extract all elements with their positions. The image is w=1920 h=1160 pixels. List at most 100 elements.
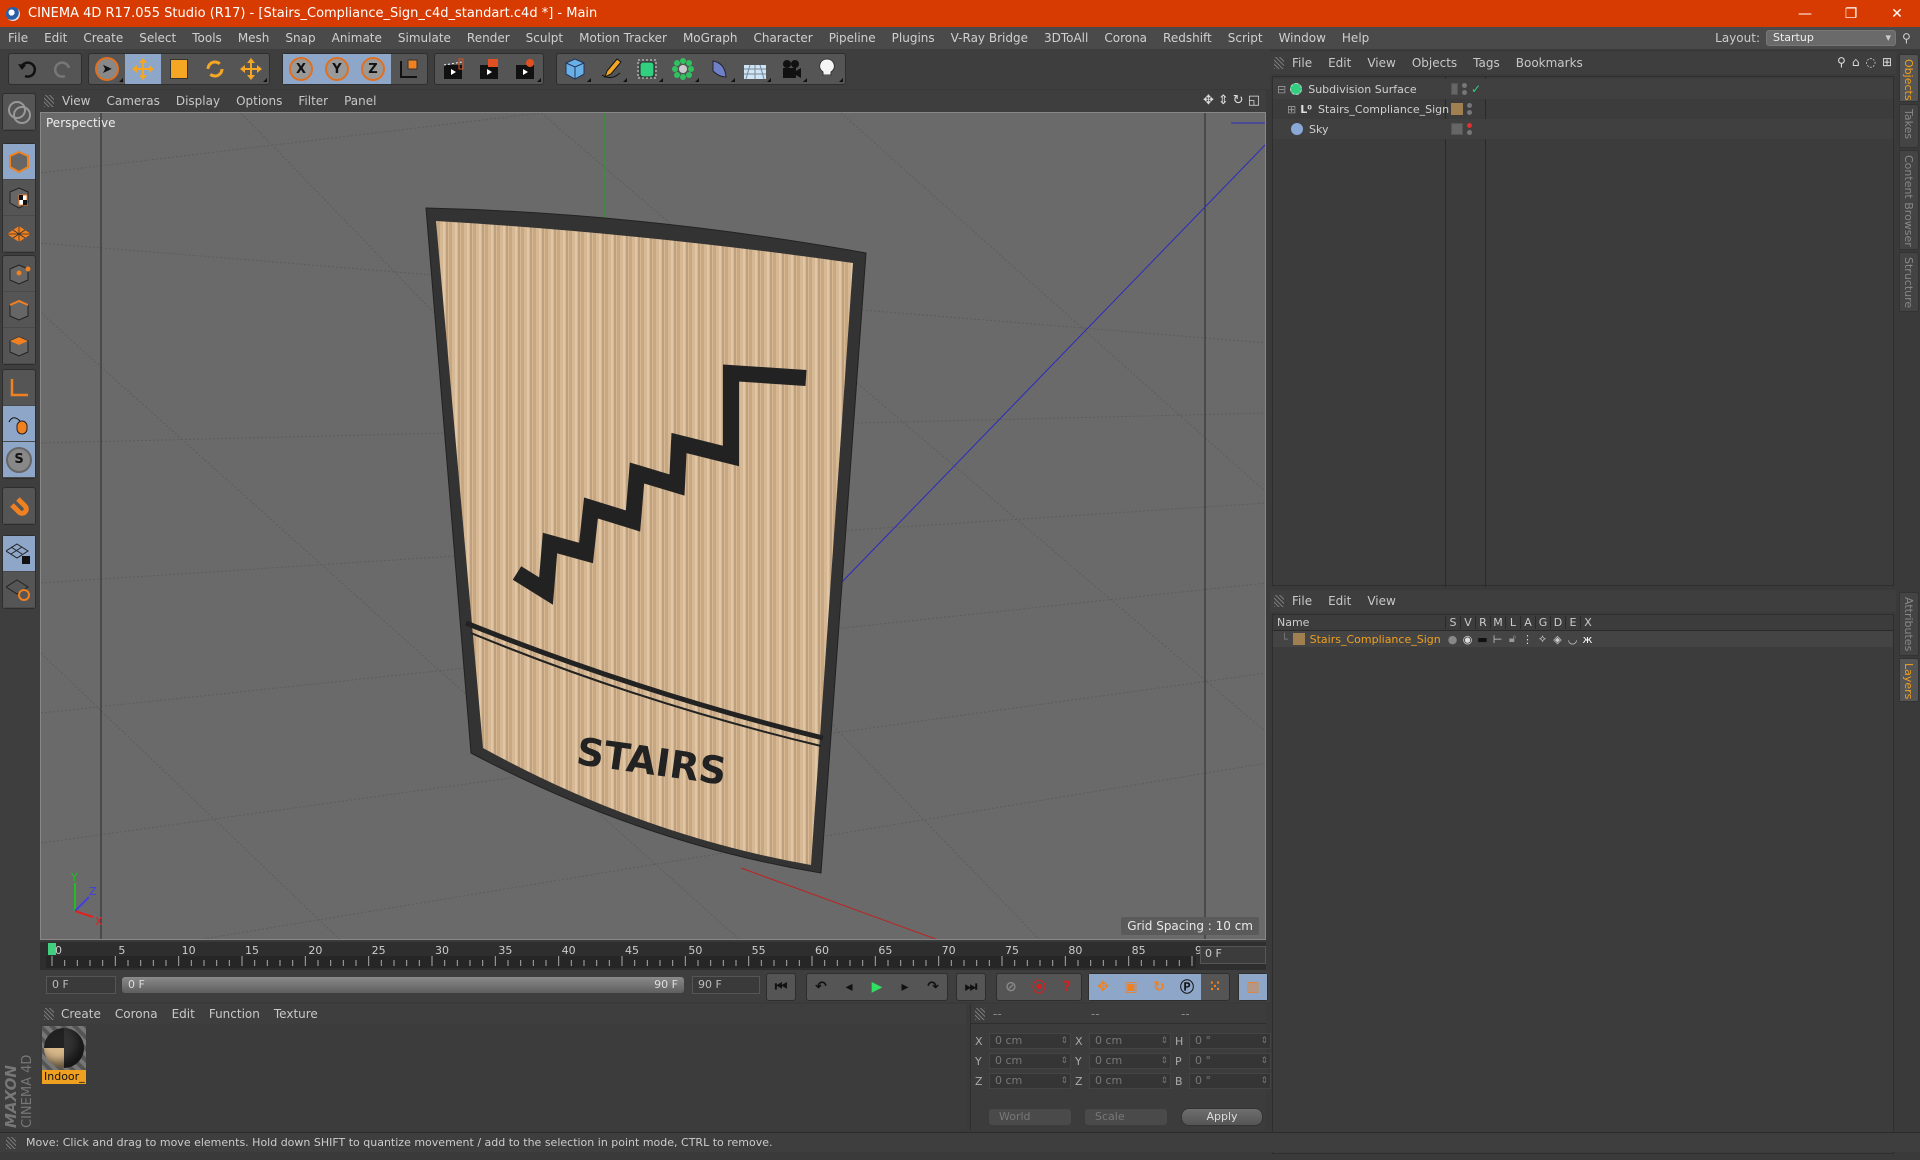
layout-dropdown[interactable]: Startup xyxy=(1766,30,1896,46)
object-row[interactable]: ⊟ Subdivision Surface ✓ xyxy=(1273,79,1893,99)
goto-end-icon[interactable]: ⏭ xyxy=(957,974,985,1000)
panel-grip[interactable] xyxy=(44,1008,54,1020)
material-menu-edit[interactable]: Edit xyxy=(165,1007,202,1021)
layer-swatch[interactable] xyxy=(1451,103,1463,115)
layer-col-xrefs[interactable]: X xyxy=(1580,616,1595,629)
object-menu-edit[interactable]: Edit xyxy=(1320,56,1359,70)
end-frame-field[interactable]: 90 F xyxy=(692,976,760,994)
expressions-toggle-icon[interactable]: ◡ xyxy=(1565,633,1580,646)
live-selection-icon[interactable]: ➤ xyxy=(89,54,125,84)
snap-icon[interactable] xyxy=(3,488,35,524)
layer-col-manager[interactable]: M xyxy=(1490,616,1505,629)
layer-row[interactable]: └ Stairs_Compliance_Sign ● ◉ ▬ ⊢ 🔓︎ ⋮ ⟡ … xyxy=(1273,631,1893,647)
size-y-field[interactable]: 0 cm xyxy=(1089,1053,1171,1069)
key-scale-icon[interactable]: ▣ xyxy=(1117,974,1145,1000)
texture-mode-icon[interactable] xyxy=(3,180,35,216)
rot-h-field[interactable]: 0 ° xyxy=(1189,1033,1271,1049)
timeline-ruler[interactable]: 051015202530354045505560657075808590 xyxy=(40,942,1266,970)
model-mode-icon[interactable] xyxy=(3,144,35,180)
tab-layers[interactable]: Layers xyxy=(1899,658,1919,702)
z-axis-icon[interactable]: Z xyxy=(355,54,391,84)
subdivision-icon[interactable] xyxy=(629,54,665,84)
workplane-align-icon[interactable] xyxy=(3,572,35,608)
material-menu-corona[interactable]: Corona xyxy=(108,1007,165,1021)
start-frame-field[interactable]: 0 F xyxy=(46,976,116,994)
autokey-icon[interactable]: ⦿ xyxy=(1025,974,1053,1000)
panel-grip[interactable] xyxy=(6,1136,16,1149)
tab-content-browser[interactable]: Content Browser xyxy=(1899,150,1919,250)
size-mode-dropdown[interactable]: Scale xyxy=(1085,1109,1167,1125)
toggle-panel-icon[interactable]: ◱ xyxy=(1248,93,1260,108)
cube-icon[interactable] xyxy=(557,54,593,84)
layer-menu-file[interactable]: File xyxy=(1284,594,1320,608)
minimize-icon[interactable]: — xyxy=(1782,6,1828,22)
keyframe-selection-icon[interactable]: ? xyxy=(1053,974,1081,1000)
pos-x-field[interactable]: 0 cm xyxy=(989,1033,1071,1049)
viewport-menu-options[interactable]: Options xyxy=(228,94,290,108)
frame-range-slider[interactable]: 0 F 90 F xyxy=(122,977,684,993)
viewport-menu-panel[interactable]: Panel xyxy=(336,94,384,108)
object-menu-tags[interactable]: Tags xyxy=(1465,56,1508,70)
collapse-icon[interactable]: ⊟ xyxy=(1277,83,1286,96)
material-menu-texture[interactable]: Texture xyxy=(267,1007,325,1021)
close-icon[interactable]: ✕ xyxy=(1874,6,1920,22)
dolly-view-icon[interactable]: ⇕ xyxy=(1218,93,1229,108)
material-menu-function[interactable]: Function xyxy=(202,1007,267,1021)
rot-b-field[interactable]: 0 ° xyxy=(1189,1073,1271,1089)
render-view-icon[interactable] xyxy=(435,54,471,84)
rot-p-field[interactable]: 0 ° xyxy=(1189,1053,1271,1069)
solo-toggle-icon[interactable]: ● xyxy=(1445,633,1460,646)
layer-col-name[interactable]: Name xyxy=(1273,616,1445,629)
next-frame-icon[interactable]: ▸ xyxy=(891,974,919,1000)
generators-toggle-icon[interactable]: ⟡ xyxy=(1535,632,1550,646)
rotate-icon[interactable] xyxy=(197,54,233,84)
key-position-icon[interactable]: ✥ xyxy=(1089,974,1117,1000)
tab-takes[interactable]: Takes xyxy=(1899,104,1919,148)
size-x-field[interactable]: 0 cm xyxy=(1089,1033,1171,1049)
expand-icon[interactable]: ⊞ xyxy=(1287,103,1296,116)
tab-objects[interactable]: Objects xyxy=(1899,54,1919,102)
material-swatch[interactable]: Indoor_ xyxy=(42,1026,86,1084)
viewport[interactable]: STAIRS Y Z X Perspective Grid Spacing : … xyxy=(40,112,1266,940)
x-axis-icon[interactable]: X xyxy=(283,54,319,84)
menu-tools[interactable]: Tools xyxy=(184,31,230,45)
previous-frame-icon[interactable]: ◂ xyxy=(835,974,863,1000)
menu-character[interactable]: Character xyxy=(745,31,820,45)
visibility-icon[interactable]: ◌ xyxy=(1865,55,1875,69)
coordinate-space-dropdown[interactable]: World xyxy=(989,1109,1071,1125)
menu-mograph[interactable]: MoGraph xyxy=(675,31,746,45)
layer-col-deformers[interactable]: D xyxy=(1550,616,1565,629)
menu-redshift[interactable]: Redshift xyxy=(1155,31,1220,45)
menu-select[interactable]: Select xyxy=(131,31,184,45)
make-editable-icon[interactable] xyxy=(3,94,35,130)
cloner-icon[interactable] xyxy=(665,54,701,84)
key-pla-icon[interactable]: ⁙ xyxy=(1201,974,1229,1000)
menu-script[interactable]: Script xyxy=(1220,31,1271,45)
home-icon[interactable]: ⌂ xyxy=(1852,55,1860,69)
layer-menu-edit[interactable]: Edit xyxy=(1320,594,1359,608)
layer-col-view[interactable]: V xyxy=(1460,616,1475,629)
light-icon[interactable] xyxy=(809,54,845,84)
menu-edit[interactable]: Edit xyxy=(36,31,75,45)
restore-icon[interactable]: ❐ xyxy=(1828,6,1874,22)
viewport-menu-view[interactable]: View xyxy=(54,94,98,108)
manager-toggle-icon[interactable]: ⊢ xyxy=(1490,633,1505,646)
lock-toggle-icon[interactable]: 🔓︎ xyxy=(1505,632,1520,646)
move-icon[interactable] xyxy=(125,54,161,84)
menu-animate[interactable]: Animate xyxy=(324,31,390,45)
tab-attributes[interactable]: Attributes xyxy=(1899,592,1919,656)
layer-col-render[interactable]: R xyxy=(1475,616,1490,629)
render-toggle-icon[interactable]: ▬ xyxy=(1475,633,1490,646)
scale-icon[interactable] xyxy=(161,54,197,84)
menu-sculpt[interactable]: Sculpt xyxy=(518,31,571,45)
deformer-icon[interactable] xyxy=(701,54,737,84)
viewport-menu-filter[interactable]: Filter xyxy=(290,94,336,108)
menu-snap[interactable]: Snap xyxy=(277,31,323,45)
polygons-mode-icon[interactable] xyxy=(3,328,35,364)
menu-window[interactable]: Window xyxy=(1271,31,1334,45)
workplane-mode-icon[interactable] xyxy=(3,216,35,252)
menu-create[interactable]: Create xyxy=(75,31,131,45)
goto-next-key-icon[interactable]: ↷ xyxy=(919,974,947,1000)
panel-grip[interactable] xyxy=(975,1007,985,1020)
solo-icon[interactable]: S xyxy=(3,442,35,478)
